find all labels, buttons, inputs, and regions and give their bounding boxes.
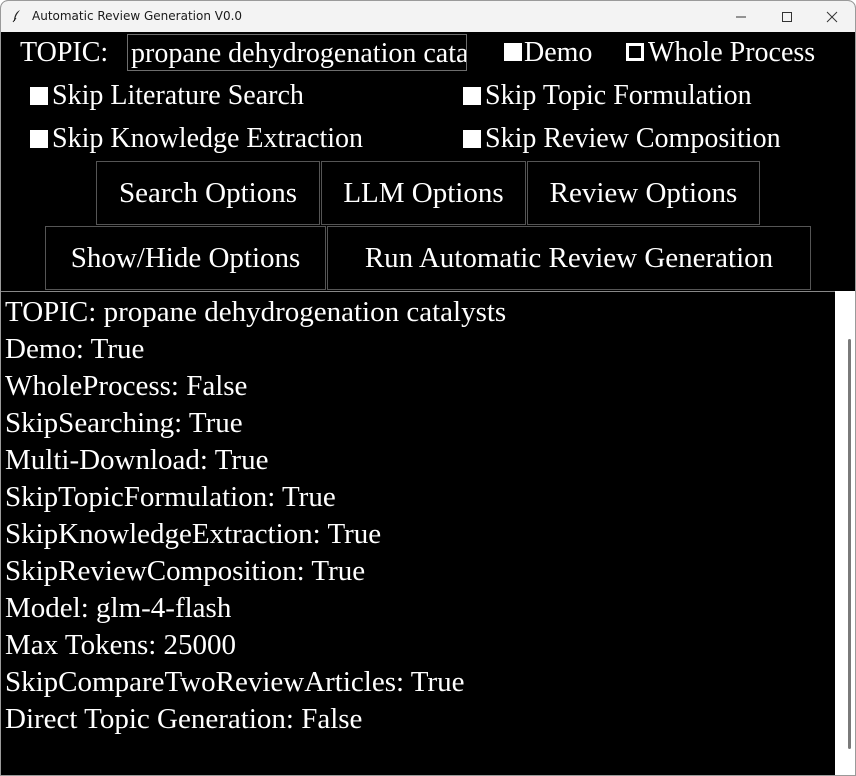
- run-generation-button[interactable]: Run Automatic Review Generation: [327, 226, 811, 290]
- scrollbar-thumb[interactable]: [848, 339, 851, 749]
- whole-process-label[interactable]: Whole Process: [648, 36, 815, 70]
- log-line: Demo: True: [5, 333, 145, 365]
- review-options-button[interactable]: Review Options: [527, 161, 760, 225]
- window-title: Automatic Review Generation V0.0: [32, 9, 243, 23]
- demo-checkbox[interactable]: [504, 43, 522, 61]
- log-line: Multi-Download: True: [5, 444, 269, 476]
- topic-label: TOPIC:: [20, 37, 109, 68]
- llm-options-button[interactable]: LLM Options: [321, 161, 526, 225]
- close-button[interactable]: [809, 1, 855, 32]
- skip-knowledge-extraction-label[interactable]: Skip Knowledge Extraction: [52, 122, 363, 156]
- output-scrollbar[interactable]: [835, 291, 855, 775]
- log-line: Max Tokens: 25000: [5, 629, 237, 661]
- feather-icon: [12, 10, 20, 23]
- log-line: WholeProcess: False: [5, 370, 248, 402]
- app-window: Automatic Review Generation V0.0 TOPIC: …: [0, 0, 856, 776]
- skip-topic-formulation-label[interactable]: Skip Topic Formulation: [485, 79, 752, 113]
- log-line: SkipSearching: True: [5, 407, 243, 439]
- skip-literature-search-checkbox[interactable]: [30, 87, 48, 105]
- skip-knowledge-extraction-checkbox[interactable]: [30, 130, 48, 148]
- skip-review-composition-checkbox[interactable]: [463, 130, 481, 148]
- search-options-button[interactable]: Search Options: [96, 161, 320, 225]
- skip-review-composition-label[interactable]: Skip Review Composition: [485, 122, 781, 156]
- maximize-icon: [782, 12, 792, 22]
- output-log[interactable]: TOPIC: propane dehydrogenation catalysts…: [1, 291, 835, 775]
- close-icon: [826, 11, 838, 23]
- log-line: SkipTopicFormulation: True: [5, 481, 336, 513]
- skip-literature-search-label[interactable]: Skip Literature Search: [52, 79, 304, 113]
- log-line: TOPIC: propane dehydrogenation catalysts: [5, 296, 507, 328]
- log-line: SkipKnowledgeExtraction: True: [5, 518, 382, 550]
- log-line: SkipCompareTwoReviewArticles: True: [5, 666, 465, 698]
- log-line: Model: glm-4-flash: [5, 592, 232, 624]
- minimize-button[interactable]: [718, 1, 764, 32]
- whole-process-checkbox[interactable]: [626, 43, 644, 61]
- log-line: SkipReviewComposition: True: [5, 555, 366, 587]
- demo-label[interactable]: Demo: [524, 36, 592, 70]
- topic-input[interactable]: propane dehydrogenation catalysts: [127, 34, 467, 71]
- minimize-icon: [736, 16, 746, 18]
- maximize-button[interactable]: [764, 1, 810, 32]
- log-line: Direct Topic Generation: False: [5, 703, 363, 735]
- show-hide-options-button[interactable]: Show/Hide Options: [45, 226, 326, 290]
- skip-topic-formulation-checkbox[interactable]: [463, 87, 481, 105]
- title-bar[interactable]: Automatic Review Generation V0.0: [1, 1, 855, 32]
